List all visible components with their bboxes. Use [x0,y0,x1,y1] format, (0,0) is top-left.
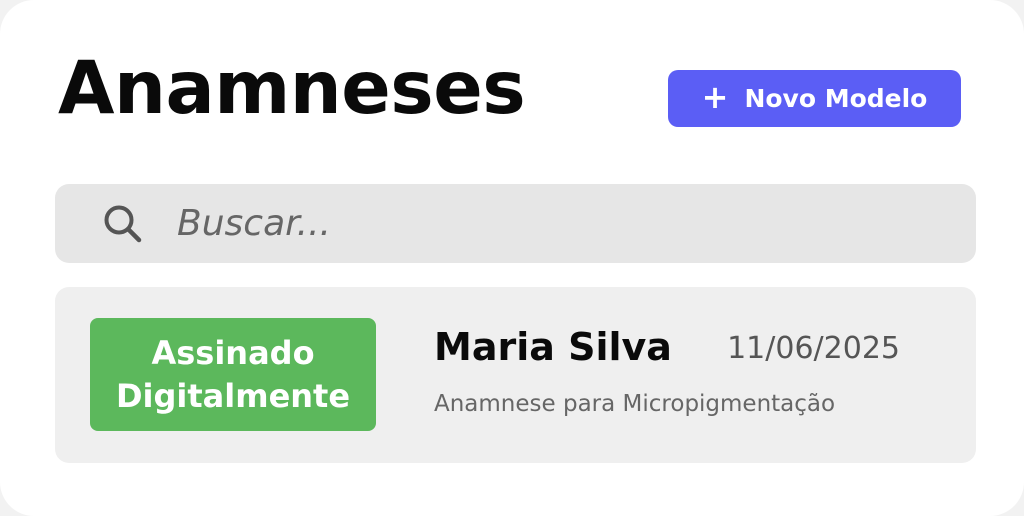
status-badge-line-1: Assinado [151,334,315,373]
status-badge-line-2: Digitalmente [115,376,351,415]
record-date: 11/06/2025 [727,331,900,366]
search-bar[interactable] [55,184,976,263]
record-description: Anamnese para Micropigmentação [434,391,836,417]
status-badge: Assinado Digitalmente [90,318,376,431]
new-model-label: Novo Modelo [744,84,928,113]
client-name: Maria Silva [434,325,672,369]
search-input[interactable] [175,202,879,245]
anamnese-list-item[interactable]: Assinado Digitalmente Maria Silva 11/06/… [55,287,976,463]
search-icon [101,202,145,246]
new-model-button[interactable]: + Novo Modelo [668,70,961,127]
plus-icon: + [701,78,729,116]
anamneses-card: Anamneses + Novo Modelo Assinado Digital… [0,0,1024,516]
page-title: Anamneses [58,46,526,131]
